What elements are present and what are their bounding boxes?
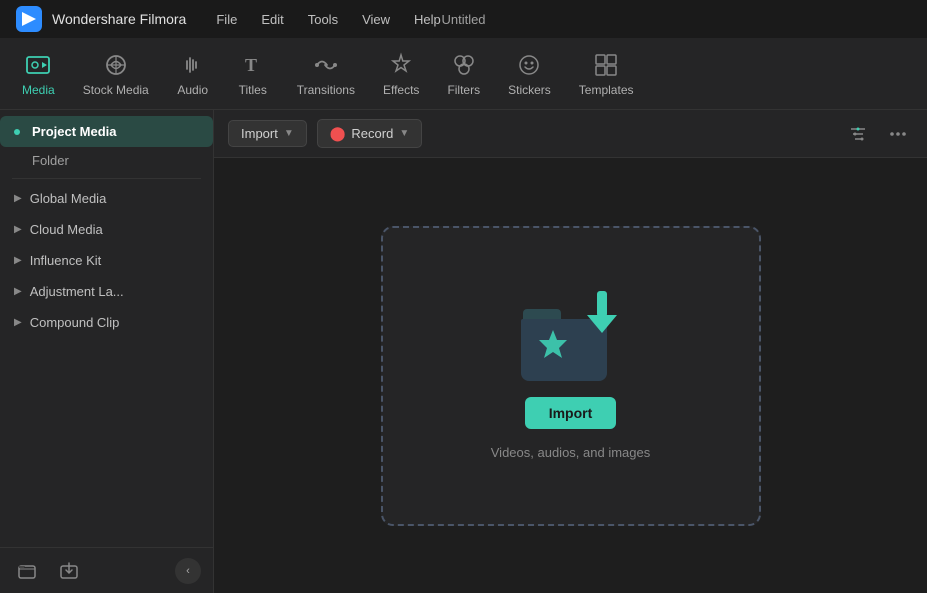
expand-arrow-compound: ▶ bbox=[14, 317, 22, 328]
title-bar-left: Wondershare Filmora File Edit Tools View… bbox=[16, 6, 441, 32]
effects-icon bbox=[387, 51, 415, 79]
templates-icon bbox=[592, 51, 620, 79]
tab-templates[interactable]: Templates bbox=[565, 43, 648, 105]
tab-effects[interactable]: Effects bbox=[369, 43, 433, 105]
sidebar: Project Media Folder ▶ Global Media ▶ Cl… bbox=[0, 110, 214, 593]
content-toolbar: Import ▼ ⬤ Record ▼ bbox=[214, 110, 927, 158]
sidebar-item-compound-clip-label: Compound Clip bbox=[30, 315, 120, 330]
drop-zone-description: Videos, audios, and images bbox=[491, 445, 650, 460]
sidebar-item-influence-kit[interactable]: ▶ Influence Kit bbox=[0, 245, 213, 276]
expand-arrow-global: ▶ bbox=[14, 193, 22, 204]
tab-effects-label: Effects bbox=[383, 83, 419, 97]
tab-stickers[interactable]: Stickers bbox=[494, 43, 565, 105]
title-bar: Wondershare Filmora File Edit Tools View… bbox=[0, 0, 927, 38]
menu-view[interactable]: View bbox=[362, 12, 390, 27]
download-arrow bbox=[583, 291, 621, 340]
app-name: Wondershare Filmora bbox=[52, 11, 186, 27]
filter-button[interactable] bbox=[843, 119, 873, 149]
window-title: Untitled bbox=[441, 12, 485, 27]
tab-media[interactable]: Media bbox=[8, 43, 69, 105]
tab-templates-label: Templates bbox=[579, 83, 634, 97]
collapse-icon: ‹ bbox=[186, 565, 190, 577]
sidebar-item-project-media[interactable]: Project Media bbox=[0, 116, 213, 147]
content-toolbar-right bbox=[843, 119, 913, 149]
record-dropdown-arrow: ▼ bbox=[399, 128, 409, 139]
sidebar-item-cloud-media[interactable]: ▶ Cloud Media bbox=[0, 214, 213, 245]
tab-stock-label: Stock Media bbox=[83, 83, 149, 97]
tab-stock-media[interactable]: Stock Media bbox=[69, 43, 163, 105]
tab-transitions-label: Transitions bbox=[297, 83, 355, 97]
sidebar-divider-1 bbox=[12, 178, 201, 179]
tab-titles-label: Titles bbox=[239, 83, 267, 97]
expand-arrow-adjustment: ▶ bbox=[14, 286, 22, 297]
sidebar-item-adjustment-layer[interactable]: ▶ Adjustment La... bbox=[0, 276, 213, 307]
tab-media-label: Media bbox=[22, 83, 55, 97]
import-button[interactable]: Import ▼ bbox=[228, 120, 307, 147]
sidebar-item-adjustment-label: Adjustment La... bbox=[30, 284, 124, 299]
tab-audio-label: Audio bbox=[177, 83, 208, 97]
filters-icon bbox=[450, 51, 478, 79]
record-button[interactable]: ⬤ Record ▼ bbox=[317, 119, 423, 148]
expand-arrow-cloud: ▶ bbox=[14, 224, 22, 235]
import-btn[interactable]: Import bbox=[525, 397, 617, 429]
menu-edit[interactable]: Edit bbox=[261, 12, 283, 27]
stickers-icon bbox=[515, 51, 543, 79]
folder-spark-icon bbox=[535, 326, 571, 369]
sidebar-subitem-folder[interactable]: Folder bbox=[0, 147, 213, 174]
folder-label: Folder bbox=[32, 153, 69, 168]
transitions-icon bbox=[312, 51, 340, 79]
sidebar-item-influence-kit-label: Influence Kit bbox=[30, 253, 102, 268]
tab-stickers-label: Stickers bbox=[508, 83, 551, 97]
record-icon: ⬤ bbox=[330, 125, 346, 142]
sidebar-item-cloud-media-label: Cloud Media bbox=[30, 222, 103, 237]
drop-zone-container: Import Videos, audios, and images bbox=[214, 158, 927, 593]
sidebar-item-project-media-label: Project Media bbox=[32, 124, 117, 139]
import-label: Import bbox=[241, 126, 278, 141]
drop-zone[interactable]: Import Videos, audios, and images bbox=[381, 226, 761, 526]
tab-titles[interactable]: T Titles bbox=[223, 43, 283, 105]
sidebar-item-compound-clip[interactable]: ▶ Compound Clip bbox=[0, 307, 213, 338]
titles-icon: T bbox=[239, 51, 267, 79]
menu-help[interactable]: Help bbox=[414, 12, 441, 27]
tab-filters-label: Filters bbox=[447, 83, 480, 97]
record-label: Record bbox=[351, 126, 393, 141]
active-indicator bbox=[14, 129, 20, 135]
sidebar-item-global-media-label: Global Media bbox=[30, 191, 107, 206]
menu-tools[interactable]: Tools bbox=[308, 12, 338, 27]
drop-zone-icon bbox=[521, 291, 621, 381]
tab-filters[interactable]: Filters bbox=[433, 43, 494, 105]
media-icon bbox=[24, 51, 52, 79]
main-layout: Project Media Folder ▶ Global Media ▶ Cl… bbox=[0, 110, 927, 593]
sidebar-footer: ‹ bbox=[0, 547, 213, 593]
tab-transitions[interactable]: Transitions bbox=[283, 43, 369, 105]
svg-text:T: T bbox=[245, 55, 257, 75]
menu-file[interactable]: File bbox=[216, 12, 237, 27]
sidebar-content: Project Media Folder ▶ Global Media ▶ Cl… bbox=[0, 110, 213, 547]
title-bar-menu: File Edit Tools View Help bbox=[216, 12, 440, 27]
sidebar-item-global-media[interactable]: ▶ Global Media bbox=[0, 183, 213, 214]
audio-icon bbox=[179, 51, 207, 79]
more-button[interactable] bbox=[883, 119, 913, 149]
content-area: Import ▼ ⬤ Record ▼ bbox=[214, 110, 927, 593]
import-footer-button[interactable] bbox=[54, 556, 84, 586]
app-logo bbox=[16, 6, 42, 32]
toolbar: Media Stock Media Audio T Titles bbox=[0, 38, 927, 110]
stock-media-icon bbox=[102, 51, 130, 79]
expand-arrow-influence: ▶ bbox=[14, 255, 22, 266]
sidebar-collapse-button[interactable]: ‹ bbox=[175, 558, 201, 584]
new-folder-button[interactable] bbox=[12, 556, 42, 586]
tab-audio[interactable]: Audio bbox=[163, 43, 223, 105]
import-dropdown-arrow: ▼ bbox=[284, 128, 294, 139]
